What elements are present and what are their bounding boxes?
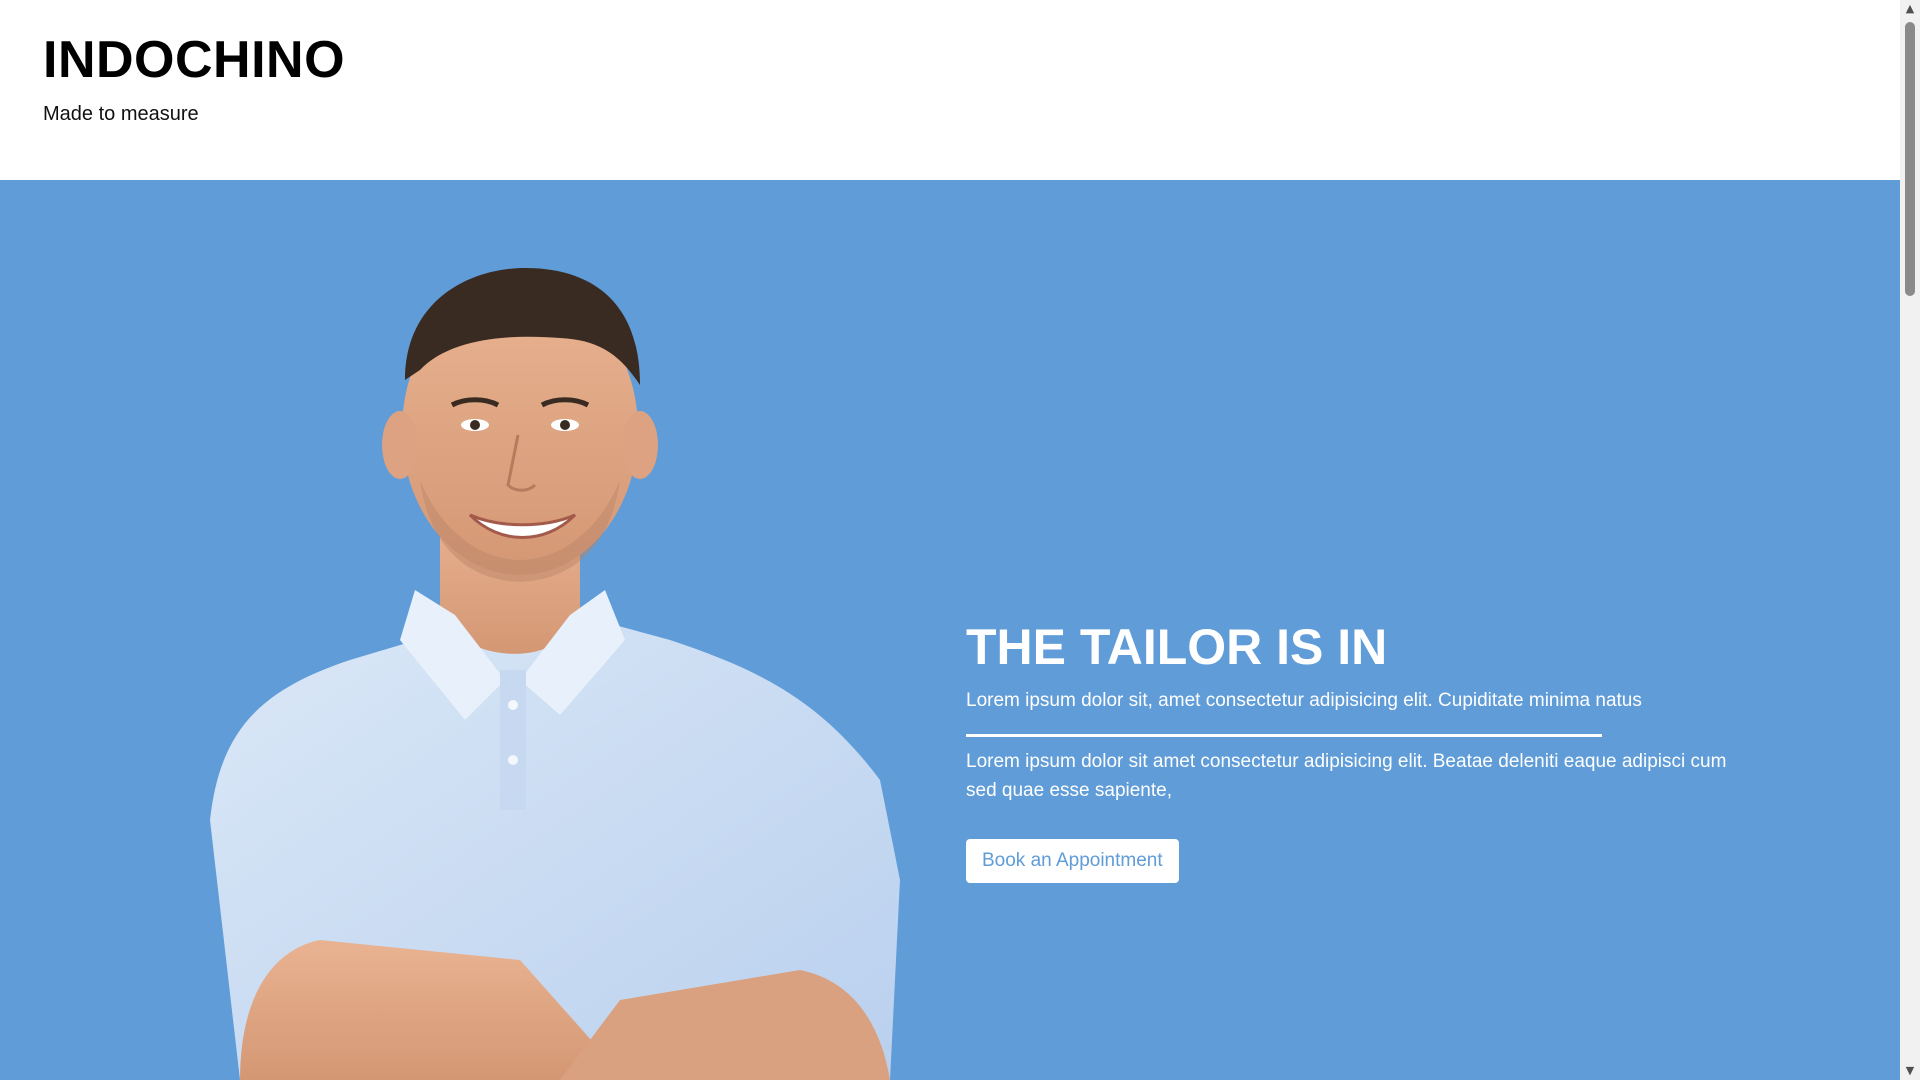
scroll-thumb[interactable] [1905, 22, 1915, 296]
page: INDOCHINO Made to measure THE TAILOR IS … [0, 0, 1920, 1080]
scroll-down-icon[interactable]: ▼ [1900, 1062, 1920, 1080]
brand-title[interactable]: INDOCHINO [43, 30, 345, 90]
vertical-scrollbar[interactable]: ▲ ▼ [1900, 0, 1920, 1080]
hero-model-image [210, 268, 900, 1080]
hero-divider [966, 733, 1602, 737]
site-header: INDOCHINO Made to measure [0, 0, 1900, 180]
placket [500, 670, 526, 810]
book-appointment-button[interactable]: Book an Appointment [966, 839, 1179, 884]
brand-tagline: Made to measure [43, 103, 199, 125]
hero-section: THE TAILOR IS IN Lorem ipsum dolor sit, … [0, 180, 1900, 1080]
hero-content: THE TAILOR IS IN Lorem ipsum dolor sit, … [966, 617, 1746, 884]
hero-heading: THE TAILOR IS IN [966, 619, 1388, 675]
hero-lead-text: Lorem ipsum dolor sit, amet consectetur … [966, 690, 1642, 711]
hero-body-text: Lorem ipsum dolor sit amet consectetur a… [966, 750, 1727, 801]
scroll-up-icon[interactable]: ▲ [1900, 0, 1920, 18]
